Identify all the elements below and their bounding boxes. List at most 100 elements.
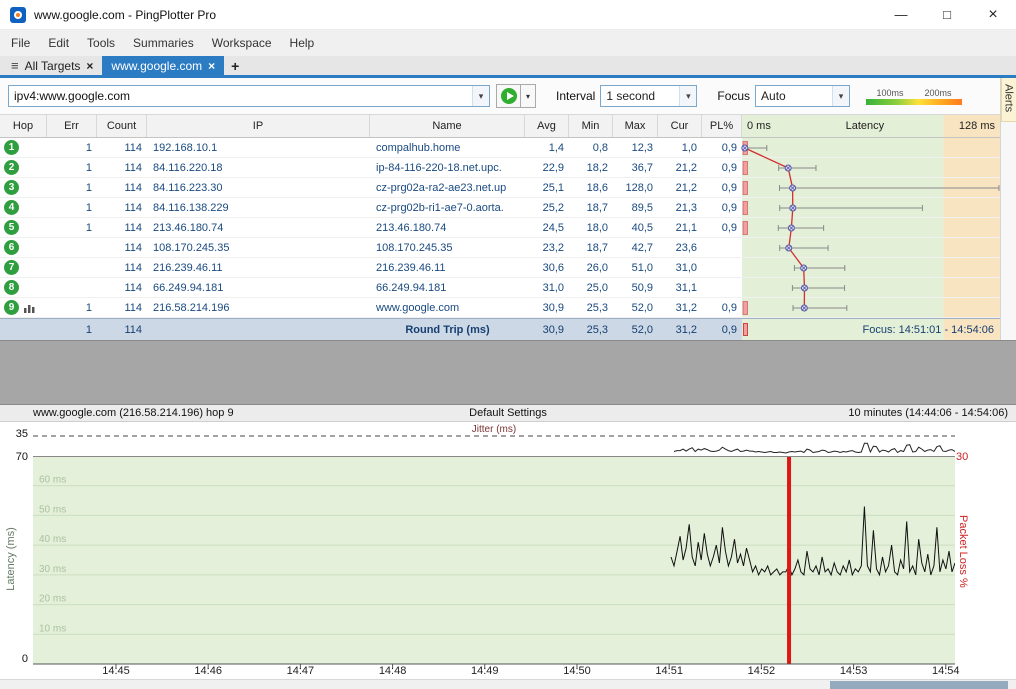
pl-cell: 0,9 [702,198,742,217]
header-ip[interactable]: IP [147,115,370,137]
header-count[interactable]: Count [97,115,147,137]
count-cell: 114 [97,298,147,317]
x-tick-label: 14:51 [655,665,683,677]
table-row[interactable]: 3111484.116.223.30cz-prg02a-ra2-ae23.net… [0,178,1000,198]
avg-cell: 25,1 [525,178,569,197]
tab-all-targets[interactable]: ≡ All Targets × [2,56,102,75]
horizontal-scrollbar[interactable] [0,679,1016,689]
trace-table: Hop Err Count IP Name Avg Min Max Cur PL… [0,114,1000,340]
menu-file[interactable]: File [2,36,39,50]
latency-cell [742,238,1000,257]
start-trace-button[interactable] [496,84,521,108]
table-row[interactable]: 51114213.46.180.74213.46.180.7424,518,04… [0,218,1000,238]
cur-cell: 21,1 [658,218,702,237]
header-name[interactable]: Name [370,115,525,137]
focus-select[interactable]: Auto ▾ [755,85,850,107]
ip-cell: 192.168.10.1 [147,138,370,157]
cur-cell: 1,0 [658,138,702,157]
err-cell: 1 [47,198,97,217]
focus-value: Auto [756,89,832,103]
close-tab-icon[interactable]: × [86,59,93,73]
min-cell: 26,0 [569,258,613,277]
alerts-tab[interactable]: Alerts [1001,78,1016,122]
svg-text:20 ms: 20 ms [39,594,66,605]
start-options-dropdown[interactable]: ▾ [521,84,536,108]
menu-help[interactable]: Help [281,36,324,50]
x-tick-label: 14:52 [748,665,776,677]
scrollbar-thumb[interactable] [830,681,1008,689]
table-row[interactable]: 2111484.116.220.18ip-84-116-220-18.net.u… [0,158,1000,178]
ip-cell: 84.116.138.229 [147,198,370,217]
interval-select[interactable]: 1 second ▾ [600,85,697,107]
latency-cell [742,278,1000,297]
cur-cell: 23,6 [658,238,702,257]
x-tick-label: 14:54 [932,665,960,677]
latency-color-legend: 100ms 200ms [866,88,962,105]
menu-tools[interactable]: Tools [78,36,124,50]
hop-number-badge: 7 [4,260,19,275]
ip-cell: 216.58.214.196 [147,298,370,317]
interval-label: Interval [556,89,595,103]
jitter-axis-max: 35 [0,428,28,440]
header-pl[interactable]: PL% [702,115,742,137]
err-cell: 1 [47,178,97,197]
legend-gradient-bar [866,99,962,105]
time-graph-pane: www.google.com (216.58.214.196) hop 9 De… [0,404,1016,689]
close-tab-icon[interactable]: × [208,59,215,73]
list-icon: ≡ [11,58,19,73]
name-cell: cz-prg02b-ri1-ae7-0.aorta. [370,198,525,217]
err-cell [47,258,97,277]
hop-cell: 8 [0,278,47,297]
close-button[interactable]: × [970,0,1016,29]
new-tab-button[interactable]: + [224,56,246,75]
min-cell: 18,6 [569,178,613,197]
hop-rows: 11114192.168.10.1compalhub.home1,40,812,… [0,138,1000,318]
header-hop[interactable]: Hop [0,115,47,137]
menu-workspace[interactable]: Workspace [203,36,281,50]
summary-pl-cell: 0,9 [702,319,742,340]
splitter-area[interactable] [0,340,1016,404]
graph-window-title[interactable]: 10 minutes (14:44:06 - 14:54:06) [848,407,1008,419]
hop-number-badge: 9 [4,300,19,315]
header-max[interactable]: Max [613,115,658,137]
x-tick-label: 14:46 [194,665,222,677]
hop-number-badge: 2 [4,160,19,175]
chevron-down-icon[interactable]: ▾ [472,86,489,106]
name-cell: www.google.com [370,298,525,317]
ip-cell: 66.249.94.181 [147,278,370,297]
pl-cell: 0,9 [702,138,742,157]
target-combo[interactable]: ipv4:www.google.com ▾ [8,85,490,107]
pl-cell: 0,9 [702,158,742,177]
table-row[interactable]: 91114216.58.214.196www.google.com30,925,… [0,298,1000,318]
summary-hop-cell [0,319,47,340]
header-min[interactable]: Min [569,115,613,137]
minimize-button[interactable]: — [878,0,924,29]
table-row[interactable]: 6114108.170.245.35108.170.245.3523,218,7… [0,238,1000,258]
x-tick-label: 14:50 [563,665,591,677]
summary-avg-cell: 30,9 [525,319,569,340]
time-graph-header: www.google.com (216.58.214.196) hop 9 De… [0,405,1016,422]
header-latency[interactable]: 0 ms Latency 128 ms [742,115,1000,137]
table-row[interactable]: 7114216.239.46.11216.239.46.1130,626,051… [0,258,1000,278]
cur-cell: 21,2 [658,158,702,177]
pl-cell [702,258,742,277]
max-cell: 12,3 [613,138,658,157]
table-row[interactable]: 4111484.116.138.229cz-prg02b-ri1-ae7-0.a… [0,198,1000,218]
table-row[interactable]: 11114192.168.10.1compalhub.home1,40,812,… [0,138,1000,158]
header-cur[interactable]: Cur [658,115,702,137]
svg-text:10 ms: 10 ms [39,623,66,634]
header-avg[interactable]: Avg [525,115,569,137]
count-cell: 114 [97,218,147,237]
maximize-button[interactable]: □ [924,0,970,29]
hop-cell: 1 [0,138,47,157]
x-tick-label: 14:48 [379,665,407,677]
table-row[interactable]: 811466.249.94.18166.249.94.18131,025,050… [0,278,1000,298]
menu-edit[interactable]: Edit [39,36,78,50]
menu-summaries[interactable]: Summaries [124,36,203,50]
tab-www-google-com[interactable]: www.google.com × [102,56,224,75]
summary-row[interactable]: 1 114 Round Trip (ms) 30,9 25,3 52,0 31,… [0,318,1000,340]
summary-cur-cell: 31,2 [658,319,702,340]
graph-settings-title[interactable]: Default Settings [469,407,547,419]
header-err[interactable]: Err [47,115,97,137]
x-axis-labels: 14:4514:4614:4714:4814:4914:5014:5114:52… [0,665,1016,679]
